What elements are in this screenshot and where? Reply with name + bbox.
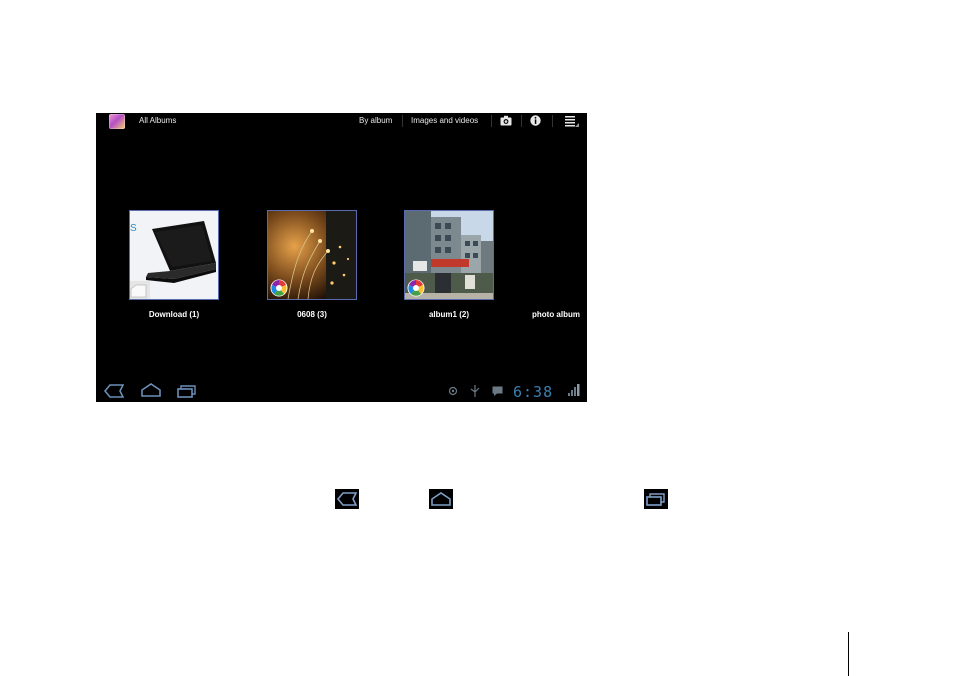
recent-apps-icon: [646, 493, 665, 506]
album-thumbnail-0608[interactable]: [268, 211, 356, 299]
message-icon: [492, 386, 503, 396]
home-icon[interactable]: [140, 383, 162, 397]
gallery-app-icon[interactable]: [109, 114, 125, 129]
divider: [552, 115, 553, 127]
divider: [491, 115, 492, 127]
back-icon[interactable]: [104, 384, 124, 398]
menu-icon[interactable]: [564, 115, 580, 128]
picasa-icon: [407, 279, 425, 297]
page-margin-rule: [848, 632, 849, 676]
signal-icon: [568, 384, 580, 396]
info-icon[interactable]: [530, 115, 541, 126]
album-thumbnail-album1[interactable]: [405, 211, 493, 299]
album-label-download[interactable]: Download (1): [130, 310, 218, 319]
home-key-illustration: [429, 489, 453, 509]
album-thumbnail-download[interactable]: S: [130, 211, 218, 299]
divider: [402, 115, 403, 127]
album-label-photo-album[interactable]: photo album: [532, 310, 580, 319]
album-label-0608[interactable]: 0608 (3): [268, 310, 356, 319]
recent-apps-icon[interactable]: [177, 384, 197, 398]
picasa-icon: [270, 279, 288, 297]
recent-apps-key-illustration: [644, 489, 668, 509]
camera-icon[interactable]: [500, 115, 512, 126]
by-album-button[interactable]: By album: [359, 116, 392, 125]
back-key-illustration: [335, 489, 359, 509]
clock: 6:38: [513, 383, 554, 401]
tablet-screen: All Albums By album Images and videos S …: [96, 113, 587, 402]
divider: [521, 115, 522, 127]
usb-icon: [470, 385, 480, 397]
back-icon: [336, 492, 358, 506]
action-bar: All Albums By album Images and videos: [96, 113, 587, 129]
gps-icon: [448, 386, 458, 396]
laptop-photo: S: [130, 211, 218, 299]
images-and-videos-button[interactable]: Images and videos: [411, 116, 478, 125]
svg-text:S: S: [130, 223, 137, 234]
system-bar: 6:38: [96, 380, 587, 402]
page-title: All Albums: [139, 116, 177, 125]
home-icon: [431, 492, 451, 506]
album-label-album1[interactable]: album1 (2): [405, 310, 493, 319]
